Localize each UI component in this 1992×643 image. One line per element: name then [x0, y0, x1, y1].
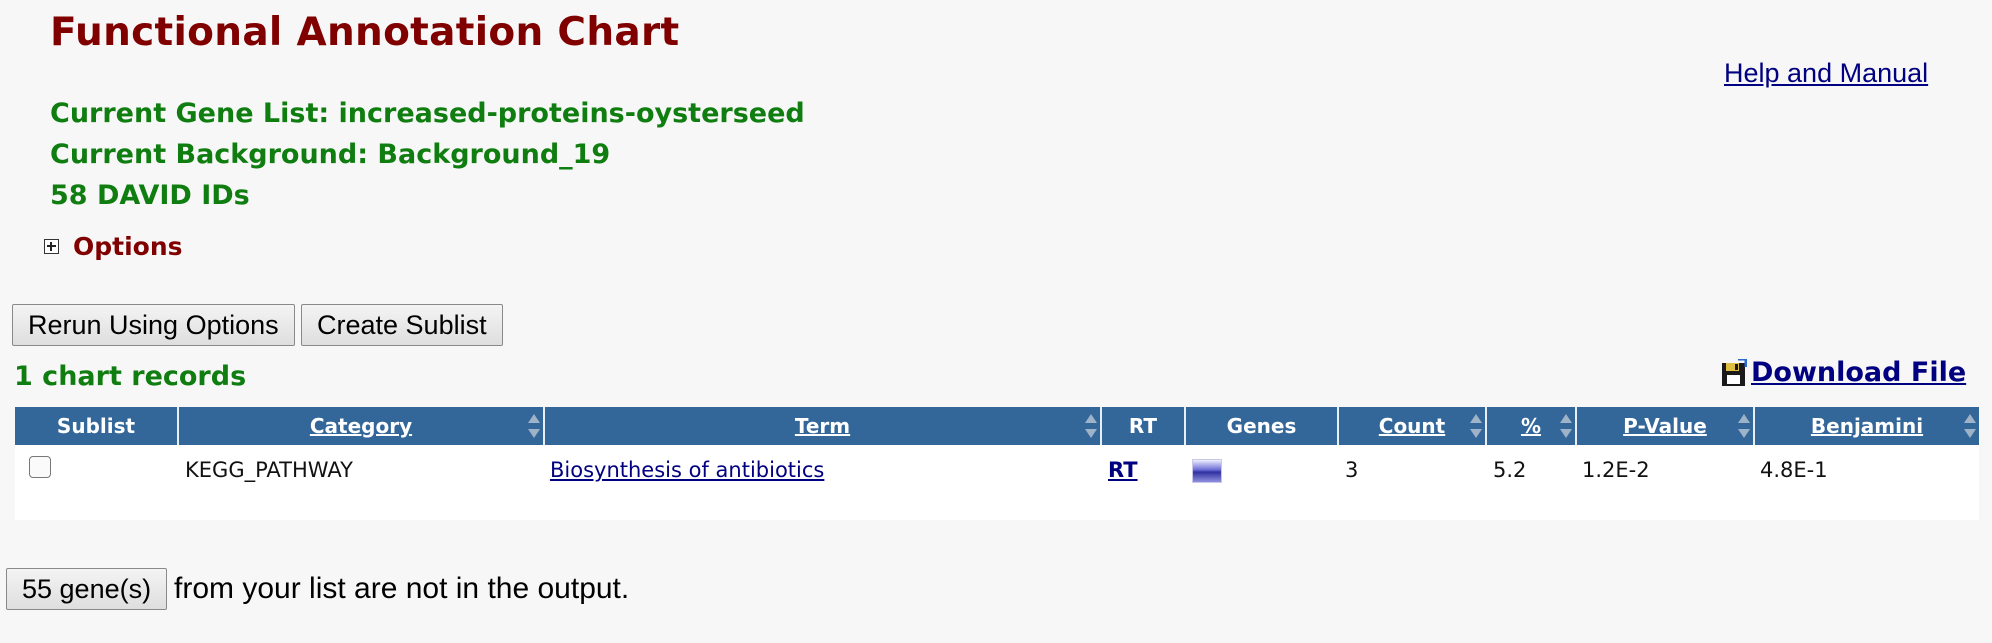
row-count: 3 — [1345, 458, 1359, 482]
row-rt-link[interactable]: RT — [1108, 450, 1138, 490]
row-sublist-checkbox[interactable] — [29, 456, 51, 478]
annotation-table: Sublist Category Term RT Genes Count % P… — [15, 407, 1979, 520]
current-background: Current Background: Background_19 — [50, 139, 611, 170]
page-title: Functional Annotation Chart — [50, 10, 680, 55]
row-benjamini: 4.8E-1 — [1760, 458, 1828, 482]
david-id-count: 58 DAVID IDs — [50, 180, 250, 211]
row-category: KEGG_PATHWAY — [185, 458, 353, 482]
help-manual-link[interactable]: Help and Manual — [1724, 58, 1928, 89]
download-file-label[interactable]: Download File — [1751, 357, 1966, 388]
current-gene-list: Current Gene List: increased-proteins-oy… — [50, 98, 805, 129]
col-pvalue-header[interactable]: P-Value — [1577, 407, 1755, 445]
col-genes-header: Genes — [1186, 407, 1339, 445]
sort-arrows-icon[interactable] — [1738, 414, 1750, 438]
floppy-disk-icon — [1722, 358, 1747, 386]
col-benjamini-header[interactable]: Benjamini — [1755, 407, 1979, 445]
chart-records-count: 1 chart records — [14, 361, 247, 392]
row-percent: 5.2 — [1493, 458, 1527, 482]
gene-bar-icon[interactable] — [1192, 459, 1222, 483]
col-percent-header[interactable]: % — [1487, 407, 1577, 445]
sort-arrows-icon[interactable] — [1964, 414, 1976, 438]
col-count-header[interactable]: Count — [1339, 407, 1487, 445]
col-term-header[interactable]: Term — [545, 407, 1102, 445]
row-pvalue: 1.2E-2 — [1582, 458, 1650, 482]
sort-arrows-icon[interactable] — [528, 414, 540, 438]
sort-arrows-icon[interactable] — [1470, 414, 1482, 438]
options-label[interactable]: Options — [73, 232, 183, 261]
create-sublist-button[interactable]: Create Sublist — [301, 304, 503, 346]
plus-box-icon[interactable] — [44, 238, 59, 254]
col-sublist-header: Sublist — [15, 407, 179, 445]
sort-arrows-icon[interactable] — [1560, 414, 1572, 438]
col-category-header[interactable]: Category — [179, 407, 545, 445]
genes-not-in-output-button[interactable]: 55 gene(s) — [6, 568, 168, 610]
rerun-options-button[interactable]: Rerun Using Options — [12, 304, 295, 346]
sort-arrows-icon[interactable] — [1085, 414, 1097, 438]
options-toggle[interactable]: Options — [44, 231, 183, 261]
genes-not-in-output-text: from your list are not in the output. — [174, 572, 630, 605]
col-rt-header: RT — [1102, 407, 1186, 445]
table-header: Sublist Category Term RT Genes Count % P… — [15, 407, 1979, 445]
download-file-link[interactable]: Download File — [1721, 357, 1966, 388]
row-term-link[interactable]: Biosynthesis of antibiotics — [550, 450, 824, 490]
